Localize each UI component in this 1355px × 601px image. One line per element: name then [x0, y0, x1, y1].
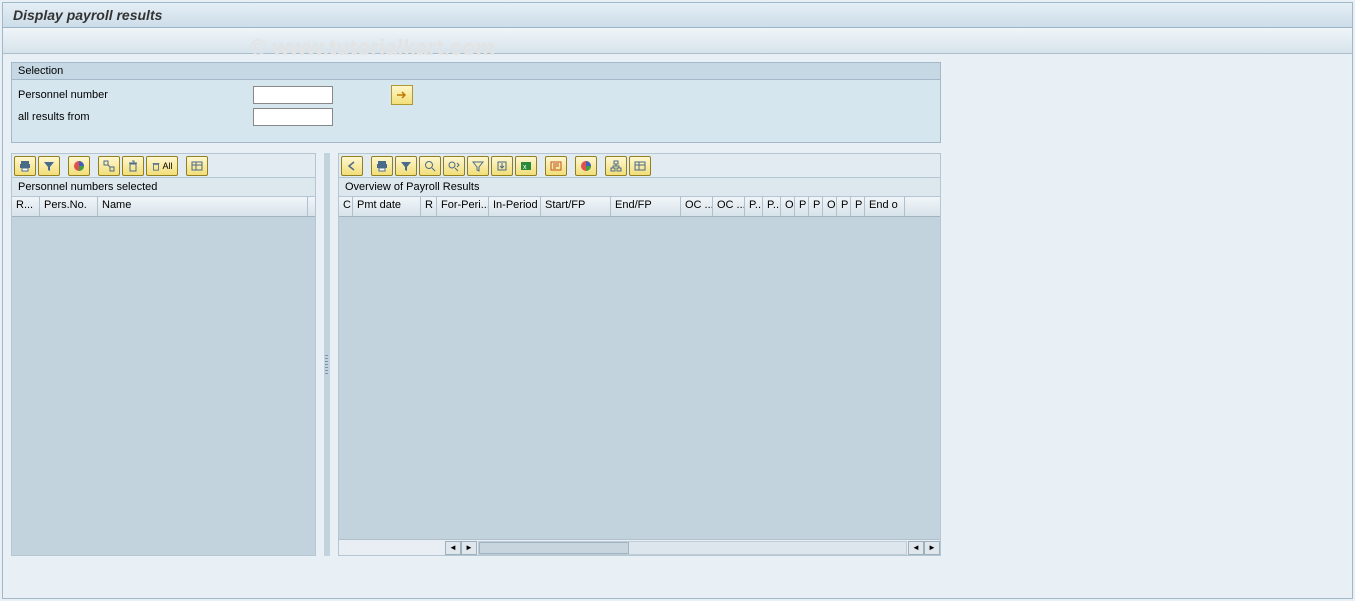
left-toolbar: All [11, 153, 316, 177]
right-grid-body[interactable] [339, 217, 940, 539]
filter-button[interactable] [395, 156, 417, 176]
column-header[interactable]: P... [745, 197, 763, 216]
detail-button[interactable] [545, 156, 567, 176]
column-header[interactable]: P [837, 197, 851, 216]
delete-all-label: All [162, 161, 172, 171]
print-icon [376, 160, 388, 172]
left-grid-title: Personnel numbers selected [11, 177, 316, 196]
selection-panel: Selection Personnel number all results f… [11, 62, 941, 143]
left-grid: R...Pers.No.Name [11, 196, 316, 556]
left-panel: All Personnel numbers selected R...Pers.… [11, 153, 316, 556]
column-header[interactable]: R [421, 197, 437, 216]
right-grid-title: Overview of Payroll Results [338, 177, 941, 196]
layout-button[interactable] [629, 156, 651, 176]
column-header[interactable]: In-Period [489, 197, 541, 216]
left-grid-body[interactable] [12, 217, 315, 555]
scroll-right-end-button[interactable]: ► [924, 541, 940, 555]
scroll-thumb[interactable] [479, 542, 629, 554]
excel-button[interactable]: x [515, 156, 537, 176]
scroll-left-button[interactable]: ◄ [445, 541, 461, 555]
chart-icon [73, 160, 85, 172]
layout-icon [634, 160, 646, 172]
column-header[interactable]: C [339, 197, 353, 216]
find-button[interactable] [419, 156, 441, 176]
export-icon [496, 160, 508, 172]
expand-button[interactable] [98, 156, 120, 176]
print-icon [19, 160, 31, 172]
export-button[interactable] [491, 156, 513, 176]
chart-button[interactable] [575, 156, 597, 176]
set-filter-button[interactable] [467, 156, 489, 176]
print-button[interactable] [14, 156, 36, 176]
back-button[interactable] [341, 156, 363, 176]
column-header[interactable]: P [809, 197, 823, 216]
sort-filter-icon [472, 160, 484, 172]
hierarchy-button[interactable] [605, 156, 627, 176]
layout-button[interactable] [186, 156, 208, 176]
back-icon [346, 160, 358, 172]
personnel-number-input[interactable] [253, 86, 333, 104]
chart-icon [580, 160, 592, 172]
column-header[interactable]: O [823, 197, 837, 216]
column-header[interactable]: Pmt date [353, 197, 421, 216]
all-results-from-input[interactable] [253, 108, 333, 126]
multiple-selection-button[interactable] [391, 85, 413, 105]
page-title: Display payroll results [3, 3, 1352, 28]
column-header[interactable]: P [851, 197, 865, 216]
find-next-button[interactable] [443, 156, 465, 176]
right-toolbar: x [338, 153, 941, 177]
right-panel: x Overview of Payroll Results CPmt dateR… [338, 153, 941, 556]
find-icon [424, 160, 436, 172]
right-grid: CPmt dateRFor-Peri...In-PeriodStart/FPEn… [338, 196, 941, 556]
chart-button[interactable] [68, 156, 90, 176]
all-results-from-label: all results from [18, 111, 253, 123]
column-header[interactable]: End o [865, 197, 905, 216]
column-header[interactable]: O [781, 197, 795, 216]
layout-icon [191, 160, 203, 172]
horizontal-scrollbar[interactable]: ◄ ► ◄ ► [339, 539, 940, 555]
app-toolbar [3, 28, 1352, 54]
filter-icon [400, 160, 412, 172]
delete-button[interactable] [122, 156, 144, 176]
print-button[interactable] [371, 156, 393, 176]
filter-button[interactable] [38, 156, 60, 176]
expand-icon [103, 160, 115, 172]
excel-icon: x [520, 160, 532, 172]
right-grid-header: CPmt dateRFor-Peri...In-PeriodStart/FPEn… [339, 197, 940, 217]
trash-icon [127, 160, 139, 172]
column-header[interactable]: R... [12, 197, 40, 216]
scroll-track[interactable] [478, 541, 907, 555]
column-header[interactable]: Name [98, 197, 308, 216]
delete-all-button[interactable]: All [146, 156, 178, 176]
trash-icon [151, 160, 161, 172]
scroll-right-button[interactable]: ► [461, 541, 477, 555]
column-header[interactable]: Pers.No. [40, 197, 98, 216]
column-header[interactable]: Start/FP [541, 197, 611, 216]
selection-header: Selection [12, 63, 940, 80]
hierarchy-icon [610, 160, 622, 172]
column-header[interactable]: OC ... [681, 197, 713, 216]
vertical-splitter[interactable] [324, 153, 330, 556]
find-next-icon [448, 160, 460, 172]
svg-text:x: x [523, 164, 527, 171]
column-header[interactable]: OC ... [713, 197, 745, 216]
filter-icon [43, 160, 55, 172]
column-header[interactable]: For-Peri... [437, 197, 489, 216]
column-header[interactable]: P [795, 197, 809, 216]
scroll-left-end-button[interactable]: ◄ [908, 541, 924, 555]
detail-icon [550, 160, 562, 172]
arrow-right-icon [396, 90, 408, 100]
personnel-number-label: Personnel number [18, 89, 253, 101]
column-header[interactable]: P... [763, 197, 781, 216]
left-grid-header: R...Pers.No.Name [12, 197, 315, 217]
column-header[interactable]: End/FP [611, 197, 681, 216]
